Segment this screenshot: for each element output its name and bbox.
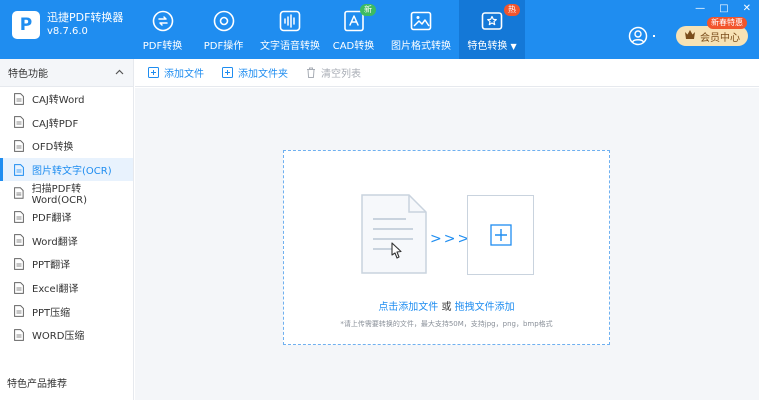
trash-icon	[307, 67, 315, 78]
file-icon	[14, 328, 24, 341]
sidebar-item[interactable]: CAJ转Word	[0, 87, 133, 111]
sidebar-item-label: PPT压缩	[32, 307, 71, 319]
minimize-icon[interactable]: —	[695, 3, 705, 14]
sidebar-item-label: 扫描PDF转Word(OCR)	[31, 184, 87, 207]
app-name: 迅捷PDF转换器	[47, 11, 124, 24]
audio-wave-icon	[279, 10, 301, 32]
add-folder-icon	[222, 67, 233, 78]
file-drop-zone[interactable]: >>> 点击添加文件 或 拖拽文件添加 *请上传需要转换的文件，最大支持50M，…	[283, 150, 610, 345]
file-icon	[14, 116, 24, 129]
or-text: 或	[438, 302, 455, 313]
sidebar-item-label: CAJ转Word	[32, 95, 85, 107]
chevron-up-icon[interactable]	[115, 67, 124, 78]
file-icon	[14, 281, 24, 294]
main-nav: PDF转换 PDF操作 文字语音转换 CAD转换 新 图片格式转换 特色转换 ▼…	[134, 0, 525, 59]
drop-zone-text: 点击添加文件 或 拖拽文件添加	[284, 298, 609, 313]
add-file-icon	[148, 67, 159, 78]
sidebar-title: 特色功能	[8, 69, 48, 80]
sidebar: 特色功能 CAJ转Word CAJ转PDF OFD转换图片转文字(OCR) 扫描PDF…	[0, 59, 134, 400]
sidebar-item[interactable]: OFD转换	[0, 134, 133, 158]
brand: P 迅捷PDF转换器 v8.7.6.0	[12, 11, 123, 39]
nav-label: 文字语音转换	[260, 41, 320, 52]
sidebar-item[interactable]: PPT翻译	[0, 252, 133, 276]
nav-cad[interactable]: CAD转换 新	[324, 0, 383, 59]
sidebar-item[interactable]: CAJ转PDF	[0, 111, 133, 135]
file-icon	[14, 163, 24, 176]
nav-label: 特色转换 ▼	[467, 37, 516, 52]
vip-center-button[interactable]: 会员中心	[676, 26, 748, 46]
nav-special-convert[interactable]: 特色转换 ▼ 热	[459, 0, 525, 59]
nav-label: PDF转换	[142, 41, 183, 52]
sidebar-item-label: PDF翻译	[32, 213, 72, 225]
file-icon	[14, 92, 24, 105]
sidebar-item-label: Excel翻译	[32, 284, 79, 296]
add-folder-label: 添加文件夹	[238, 69, 288, 80]
upload-hint: *请上传需要转换的文件，最大支持50M，支持jpg，png，bmp格式	[340, 320, 553, 328]
add-file-label: 添加文件	[164, 69, 204, 80]
nav-label: PDF操作	[203, 41, 244, 52]
new-badge: 新	[360, 4, 376, 16]
nav-label: 图片格式转换	[391, 41, 451, 52]
add-box-icon	[467, 195, 534, 275]
file-icon	[14, 258, 24, 270]
nav-pdf-convert[interactable]: PDF转换	[134, 0, 191, 59]
vip-promo-tag: 新春特惠	[707, 17, 747, 29]
nav-image-format[interactable]: 图片格式转换	[383, 0, 459, 59]
close-icon[interactable]: ✕	[743, 3, 751, 14]
add-folder-button[interactable]: 添加文件夹	[222, 65, 288, 80]
sidebar-item-label: WORD压缩	[32, 331, 85, 343]
sidebar-item[interactable]: PPT压缩	[0, 299, 133, 323]
document-icon	[360, 193, 428, 279]
user-avatar-icon[interactable]	[628, 26, 648, 50]
sidebar-item[interactable]: Excel翻译	[0, 276, 133, 300]
click-add-link[interactable]: 点击添加文件	[378, 302, 438, 313]
maximize-icon[interactable]: □	[719, 3, 728, 14]
sidebar-item-label: 图片转文字(OCR)	[32, 166, 112, 178]
clear-list-label: 清空列表	[321, 69, 361, 80]
nav-label-text: 特色转换	[467, 41, 508, 52]
sidebar-list: CAJ转Word CAJ转PDF OFD转换图片转文字(OCR) 扫描PDF转Word…	[0, 87, 133, 347]
app-logo: P	[12, 11, 40, 39]
nav-label: CAD转换	[332, 41, 375, 52]
special-convert-icon	[481, 10, 503, 32]
file-icon	[14, 305, 24, 318]
clear-list-button[interactable]: 清空列表	[306, 65, 361, 80]
toolbar: 添加文件 添加文件夹 清空列表	[135, 59, 759, 87]
sidebar-item-label: OFD转换	[32, 142, 74, 154]
main-content: >>> 点击添加文件 或 拖拽文件添加 *请上传需要转换的文件，最大支持50M，…	[135, 88, 759, 400]
sidebar-item-label: CAJ转PDF	[32, 118, 79, 130]
file-icon	[14, 210, 24, 223]
dropdown-icon: ▼	[510, 42, 517, 51]
vip-label: 会员中心	[700, 32, 740, 44]
sidebar-item-label: Word翻译	[32, 236, 78, 248]
vip-icon	[684, 29, 696, 43]
add-file-button[interactable]: 添加文件	[148, 65, 204, 80]
sidebar-footer: 特色产品推荐	[7, 379, 67, 390]
file-icon	[14, 140, 24, 152]
top-bar: P 迅捷PDF转换器 v8.7.6.0 PDF转换 PDF操作 文字语音转换 C…	[0, 0, 759, 59]
file-icon	[14, 234, 24, 247]
sidebar-item[interactable]: WORD压缩	[0, 323, 133, 347]
nav-pdf-operate[interactable]: PDF操作	[191, 0, 256, 59]
arrow-right-icon: >>>	[430, 231, 472, 247]
separator-dot	[653, 35, 655, 37]
sidebar-item-label: PPT翻译	[32, 260, 71, 272]
drag-add-link[interactable]: 拖拽文件添加	[455, 302, 515, 313]
file-icon	[14, 187, 24, 199]
logo-letter: P	[19, 15, 33, 35]
image-icon	[410, 10, 432, 32]
window-controls: — □ ✕	[695, 3, 751, 14]
pdf-operate-icon	[213, 10, 235, 32]
sidebar-item[interactable]: 扫描PDF转Word(OCR)	[0, 181, 133, 207]
hot-badge: 热	[504, 4, 520, 16]
app-window: P 迅捷PDF转换器 v8.7.6.0 PDF转换 PDF操作 文字语音转换 C…	[0, 0, 759, 400]
pdf-convert-icon	[152, 10, 174, 32]
sidebar-header[interactable]: 特色功能	[0, 59, 133, 87]
sidebar-item[interactable]: Word翻译	[0, 229, 133, 253]
nav-text-audio[interactable]: 文字语音转换	[256, 0, 324, 59]
sidebar-item[interactable]: PDF翻译	[0, 205, 133, 229]
app-version: v8.7.6.0	[47, 26, 88, 37]
sidebar-item[interactable]: 图片转文字(OCR)	[0, 157, 133, 182]
